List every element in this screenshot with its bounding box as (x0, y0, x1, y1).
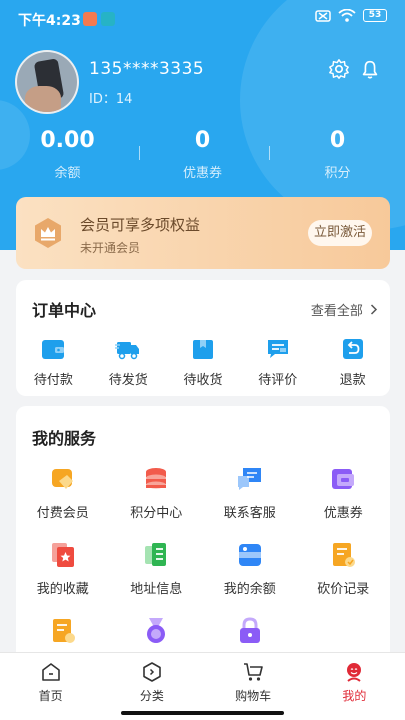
crown-icon (35, 218, 61, 248)
wallet-icon (42, 340, 65, 359)
favorite-star-icon (51, 543, 74, 567)
tab-label: 购物车 (235, 689, 272, 703)
avatar-photo-hand (25, 86, 61, 112)
vip-banner[interactable]: 会员可享多项权益 未开通会员 立即激活 (16, 197, 390, 269)
review-message-icon (267, 340, 288, 358)
notification-app-icon (83, 12, 97, 26)
divider (139, 146, 140, 160)
status-time: 下午4:23 (18, 13, 81, 29)
order-label: 退款 (339, 373, 366, 388)
battery-icon: 53 (363, 9, 387, 22)
order-refund[interactable]: 退款 (315, 336, 390, 388)
service-label: 付费会员 (36, 506, 89, 521)
service-points-center[interactable]: 积分中心 (110, 464, 204, 521)
service-customer-support[interactable]: 联系客服 (203, 464, 297, 521)
service-coupons[interactable]: 优惠券 (297, 464, 391, 521)
stat-value: 0.00 (40, 128, 95, 153)
notification-bell-icon[interactable] (359, 58, 381, 80)
lock-icon (239, 617, 260, 643)
view-all-label: 查看全部 (310, 304, 363, 319)
service-favorites[interactable]: 我的收藏 (16, 540, 110, 597)
package-box-icon (192, 340, 213, 359)
tab-label: 分类 (139, 689, 164, 703)
status-bar: 下午4:23 53 (0, 0, 405, 36)
vip-subtitle: 未开通会员 (80, 241, 141, 255)
shopping-cart-icon (244, 663, 263, 681)
medal-icon (147, 618, 166, 643)
stat-label: 优惠券 (182, 166, 222, 181)
stat-value: 0 (329, 128, 346, 153)
bargain-record-icon (333, 543, 356, 567)
service-paid-membership[interactable]: 付费会员 (16, 464, 110, 521)
order-center-card: 订单中心 查看全部 待付款 待发货 待收货 待评价 退款 (16, 280, 390, 396)
chevron-right-icon (370, 304, 378, 315)
service-bargain-records[interactable]: 砍价记录 (297, 540, 391, 597)
order-to-ship[interactable]: 待发货 (91, 336, 166, 388)
service-label: 我的余额 (223, 582, 276, 597)
service-address-info[interactable]: 地址信息 (110, 540, 204, 597)
order-label: 待收货 (183, 373, 223, 388)
tab-label: 首页 (38, 689, 63, 703)
order-pending-payment[interactable]: 待付款 (16, 336, 91, 388)
view-all-orders-link[interactable]: 查看全部 (311, 300, 378, 319)
home-indicator (121, 711, 284, 715)
document-icon (52, 619, 75, 643)
home-icon (41, 663, 60, 681)
username: 135****3335 (89, 59, 205, 79)
service-my-balance[interactable]: 我的余额 (203, 540, 297, 597)
service-label: 地址信息 (130, 582, 183, 597)
address-book-icon (145, 543, 167, 566)
service-label: 我的收藏 (36, 582, 89, 597)
order-label: 待评价 (258, 373, 298, 388)
balance-card-icon (238, 544, 261, 566)
my-services-title: 我的服务 (32, 429, 97, 448)
services-grid: 付费会员 积分中心 联系客服 优惠券 我的收藏 地址信息 我的余额 砍价记录 (16, 464, 390, 670)
activate-vip-button[interactable]: 立即激活 (308, 220, 372, 246)
tab-label: 我的 (342, 689, 367, 703)
wifi-icon (338, 9, 356, 22)
user-profile-icon (347, 663, 362, 682)
coin-stack-icon (146, 468, 167, 489)
stat-label: 余额 (54, 166, 81, 181)
sim-off-icon (315, 9, 331, 22)
vip-title: 会员可享多项权益 (80, 216, 201, 234)
stat-points[interactable]: 0 积分 (269, 128, 405, 181)
user-id: ID：14 (89, 92, 133, 107)
coupon-ticket-icon (332, 469, 355, 489)
stat-value: 0 (194, 128, 211, 153)
order-center-title: 订单中心 (32, 301, 97, 320)
divider (269, 146, 270, 160)
my-services-card: 我的服务 付费会员 积分中心 联系客服 优惠券 我的收藏 地址信息 我的余额 砍… (16, 406, 390, 666)
tab-mine[interactable]: 我的 (304, 653, 405, 720)
order-to-receive[interactable]: 待收货 (166, 336, 241, 388)
account-stats: 0.00 余额 0 优惠券 0 积分 (0, 128, 405, 181)
stat-balance[interactable]: 0.00 余额 (0, 128, 135, 181)
tab-cart[interactable]: 购物车 (203, 653, 304, 720)
settings-gear-icon[interactable] (328, 58, 350, 80)
tab-home[interactable]: 首页 (0, 653, 101, 720)
order-to-review[interactable]: 待评价 (240, 336, 315, 388)
chat-bubble-icon (237, 468, 261, 490)
service-label: 优惠券 (323, 506, 363, 521)
service-label: 联系客服 (223, 506, 276, 521)
order-label: 待发货 (108, 373, 148, 388)
service-label: 积分中心 (130, 506, 183, 521)
refund-icon (342, 339, 363, 359)
delivery-truck-icon (115, 342, 140, 360)
order-label: 待付款 (33, 373, 73, 388)
stat-label: 积分 (324, 166, 351, 181)
stat-coupons[interactable]: 0 优惠券 (135, 128, 270, 181)
service-label: 砍价记录 (317, 582, 370, 597)
category-hexagon-icon (143, 662, 161, 682)
bottom-tab-bar: 首页 分类 购物车 我的 (0, 652, 405, 720)
avatar[interactable] (15, 50, 79, 114)
order-status-row: 待付款 待发货 待收货 待评价 退款 (16, 336, 390, 388)
upload-icon (101, 12, 115, 26)
tab-category[interactable]: 分类 (101, 653, 202, 720)
membership-diamond-icon (51, 469, 73, 489)
